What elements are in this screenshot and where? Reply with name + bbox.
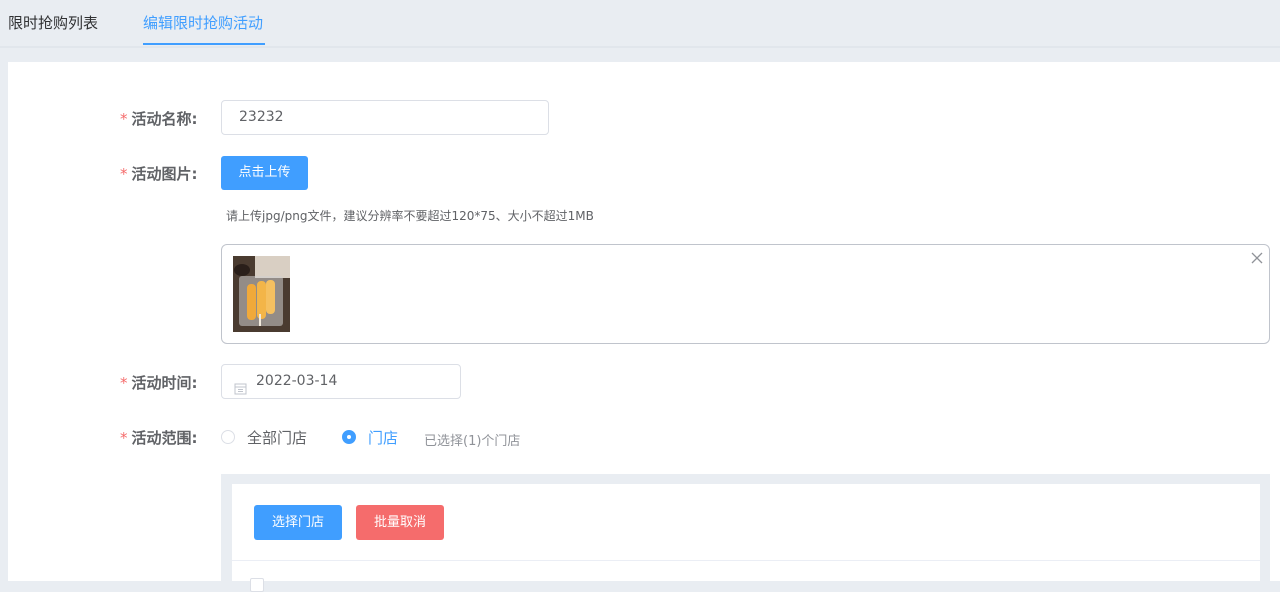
activity-name-value: 23232: [239, 109, 284, 125]
activity-time-label-text: 活动时间:: [131, 374, 198, 392]
tab-bar: 限时抢购列表 编辑限时抢购活动: [0, 0, 1280, 48]
radio-store[interactable]: [342, 430, 356, 444]
selected-store-count: 已选择(1)个门店: [424, 434, 521, 449]
radio-store-label[interactable]: 门店: [368, 427, 398, 448]
activity-date-value: 2022-03-14: [256, 373, 338, 389]
radio-all-stores[interactable]: [221, 430, 235, 444]
activity-name-label: * 活动名称:: [120, 108, 220, 129]
activity-date-picker[interactable]: 2022-03-14: [221, 364, 461, 399]
required-mark: *: [120, 429, 128, 447]
activity-time-label: * 活动时间:: [120, 372, 220, 393]
required-mark: *: [120, 374, 128, 392]
select-store-button[interactable]: 选择门店: [254, 505, 342, 540]
activity-name-input[interactable]: 23232: [221, 100, 549, 135]
tab-edit-flash-sale[interactable]: 编辑限时抢购活动: [143, 0, 263, 46]
calendar-icon: [234, 375, 247, 395]
image-preview-box: [221, 244, 1270, 344]
activity-scope-label-text: 活动范围:: [131, 429, 198, 447]
close-icon[interactable]: [1250, 250, 1264, 264]
required-mark: *: [120, 110, 128, 128]
uploaded-image-thumbnail: [233, 256, 290, 332]
batch-cancel-button[interactable]: 批量取消: [356, 505, 444, 540]
active-tab-indicator: [143, 43, 265, 45]
radio-all-stores-label[interactable]: 全部门店: [247, 427, 307, 448]
activity-name-label-text: 活动名称:: [131, 110, 198, 128]
select-all-checkbox[interactable]: [250, 578, 264, 592]
upload-button[interactable]: 点击上传: [221, 156, 308, 190]
table-divider: [232, 560, 1260, 561]
activity-scope-label: * 活动范围:: [120, 427, 220, 448]
upload-hint: 请上传jpg/png文件，建议分辨率不要超过120*75、大小不超过1MB: [226, 209, 594, 223]
tab-flash-sale-list[interactable]: 限时抢购列表: [8, 0, 98, 46]
activity-image-label: * 活动图片:: [120, 163, 220, 184]
activity-image-label-text: 活动图片:: [131, 165, 198, 183]
required-mark: *: [120, 165, 128, 183]
